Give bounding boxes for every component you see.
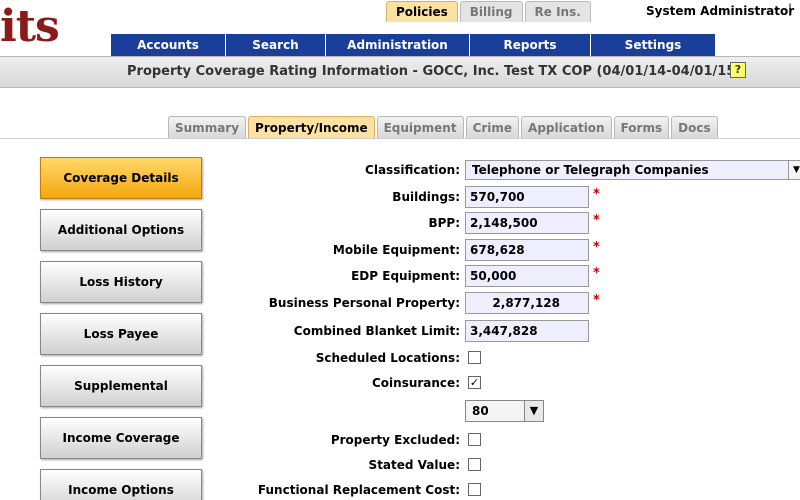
title-bar: Property Coverage Rating Information - G… (0, 56, 800, 88)
mobile-equipment-label: Mobile Equipment: (332, 243, 460, 257)
business-personal-property-input[interactable]: 2,877,128 (465, 292, 589, 314)
income-options-button[interactable]: Income Options (40, 469, 202, 500)
combined-blanket-limit-input[interactable]: 3,447,828 (465, 320, 589, 342)
chevron-down-icon[interactable]: ▼ (524, 401, 543, 421)
tab-policies[interactable]: Policies (386, 1, 458, 22)
mobile-equipment-input[interactable]: 678,628 (465, 239, 589, 261)
coverage-details-button[interactable]: Coverage Details (40, 157, 202, 199)
bpp-input[interactable]: 2,148,500 (465, 212, 589, 234)
property-excluded-checkbox[interactable] (468, 433, 481, 446)
nav-settings[interactable]: Settings (591, 34, 715, 56)
business-personal-property-label: Business Personal Property: (268, 296, 460, 310)
nav-reports[interactable]: Reports (470, 34, 591, 56)
income-coverage-button[interactable]: Income Coverage (40, 417, 202, 459)
coinsurance-percent-value: 80 (472, 404, 489, 418)
nav-accounts[interactable]: Accounts (111, 34, 226, 56)
page-title: Property Coverage Rating Information - G… (127, 64, 742, 79)
tab-property-income[interactable]: Property/Income (248, 116, 375, 138)
nav-search[interactable]: Search (226, 34, 326, 56)
tab-crime[interactable]: Crime (465, 116, 520, 138)
tab-reins[interactable]: Re Ins. (524, 1, 591, 22)
business-required-mark: * (593, 293, 600, 308)
loss-history-button[interactable]: Loss History (40, 261, 202, 303)
buildings-label: Buildings: (392, 190, 460, 204)
its-logo: its (0, 1, 60, 52)
tab-application[interactable]: Application (521, 116, 612, 138)
chevron-down-icon[interactable]: ▼ (788, 161, 800, 179)
stated-value-label: Stated Value: (368, 458, 460, 472)
tab-forms[interactable]: Forms (613, 116, 670, 138)
coinsurance-checkbox[interactable]: ✓ (468, 376, 481, 389)
tab-docs[interactable]: Docs (671, 116, 718, 138)
coinsurance-percent-select[interactable]: 80 ▼ (465, 400, 544, 422)
tab-billing[interactable]: Billing (459, 1, 523, 22)
buildings-input[interactable]: 570,700 (465, 186, 589, 208)
functional-replacement-cost-checkbox[interactable] (468, 483, 481, 496)
nav-administration[interactable]: Administration (326, 34, 470, 56)
user-name[interactable]: System Administrator (646, 4, 794, 18)
scheduled-locations-label: Scheduled Locations: (315, 351, 460, 365)
loss-payee-button[interactable]: Loss Payee (40, 313, 202, 355)
bpp-label: BPP: (428, 216, 460, 230)
classification-value: Telephone or Telegraph Companies (472, 163, 709, 177)
main-nav: Accounts Search Administration Reports S… (111, 34, 715, 56)
property-excluded-label: Property Excluded: (330, 433, 460, 447)
tab-divider (0, 138, 800, 139)
edp-equipment-label: EDP Equipment: (351, 269, 460, 283)
edp-equipment-input[interactable]: 50,000 (465, 265, 589, 287)
scheduled-locations-checkbox[interactable] (468, 351, 481, 364)
sub-tabs: Summary Property/Income Equipment Crime … (168, 116, 718, 138)
edp-required-mark: * (593, 266, 600, 281)
tab-equipment[interactable]: Equipment (376, 116, 464, 138)
combined-blanket-limit-label: Combined Blanket Limit: (293, 324, 460, 338)
supplemental-button[interactable]: Supplemental (40, 365, 202, 407)
coinsurance-label: Coinsurance: (371, 376, 460, 390)
top-tabs: Policies Billing Re Ins. (386, 1, 591, 22)
classification-select[interactable]: Telephone or Telegraph Companies ▼ (465, 160, 800, 180)
tab-summary[interactable]: Summary (168, 116, 247, 138)
classification-label: Classification: (365, 163, 460, 177)
user-separator: | (788, 2, 793, 16)
buildings-required-mark: * (593, 187, 600, 202)
bpp-required-mark: * (593, 213, 600, 228)
help-icon[interactable]: ? (730, 62, 746, 78)
functional-replacement-cost-label: Functional Replacement Cost: (257, 483, 460, 497)
additional-options-button[interactable]: Additional Options (40, 209, 202, 251)
stated-value-checkbox[interactable] (468, 458, 481, 471)
mobile-required-mark: * (593, 240, 600, 255)
